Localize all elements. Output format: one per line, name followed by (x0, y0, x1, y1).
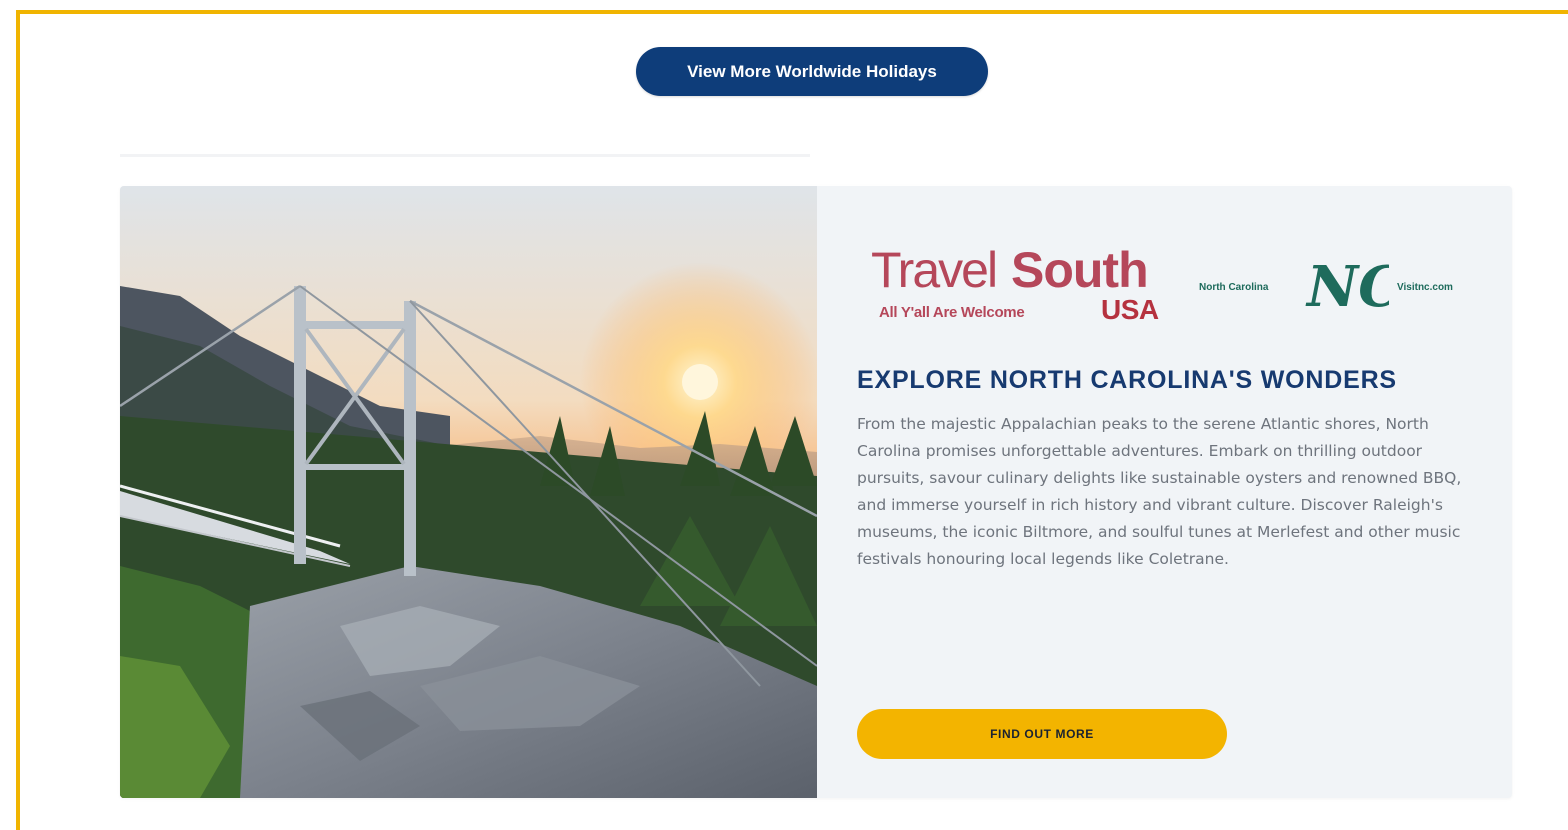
travelsouth-logo-usa: USA (1101, 294, 1159, 325)
promo-description: From the majestic Appalachian peaks to t… (857, 415, 1462, 568)
visitnc-logo[interactable]: North Carolina NC Visitnc.com (1195, 250, 1485, 320)
partner-logos: Travel South All Y'all Are Welcome USA N… (871, 242, 1481, 332)
section-divider (120, 154, 810, 157)
promo-content: Travel South All Y'all Are Welcome USA N… (857, 186, 1477, 798)
nc-icon: NC (1305, 252, 1403, 323)
visitnc-logo-left-text: North Carolina (1199, 282, 1269, 293)
travelsouth-logo-travel: Travel (871, 242, 998, 298)
travelsouth-logo[interactable]: Travel South All Y'all Are Welcome USA (871, 242, 1171, 330)
view-more-holidays-button[interactable]: View More Worldwide Holidays (636, 47, 988, 96)
travelsouth-logo-south: South (1011, 242, 1149, 298)
find-out-more-button[interactable]: FIND OUT MORE (857, 709, 1227, 759)
promo-card: Travel South All Y'all Are Welcome USA N… (120, 186, 1512, 798)
travelsouth-logo-tagline: All Y'all Are Welcome (879, 304, 1025, 321)
nc-mark-text: NC (1305, 254, 1389, 318)
promo-photo (120, 186, 817, 798)
promo-headline: EXPLORE NORTH CAROLINA'S WONDERS (857, 366, 1397, 394)
visitnc-logo-right-text: Visitnc.com (1397, 282, 1453, 293)
